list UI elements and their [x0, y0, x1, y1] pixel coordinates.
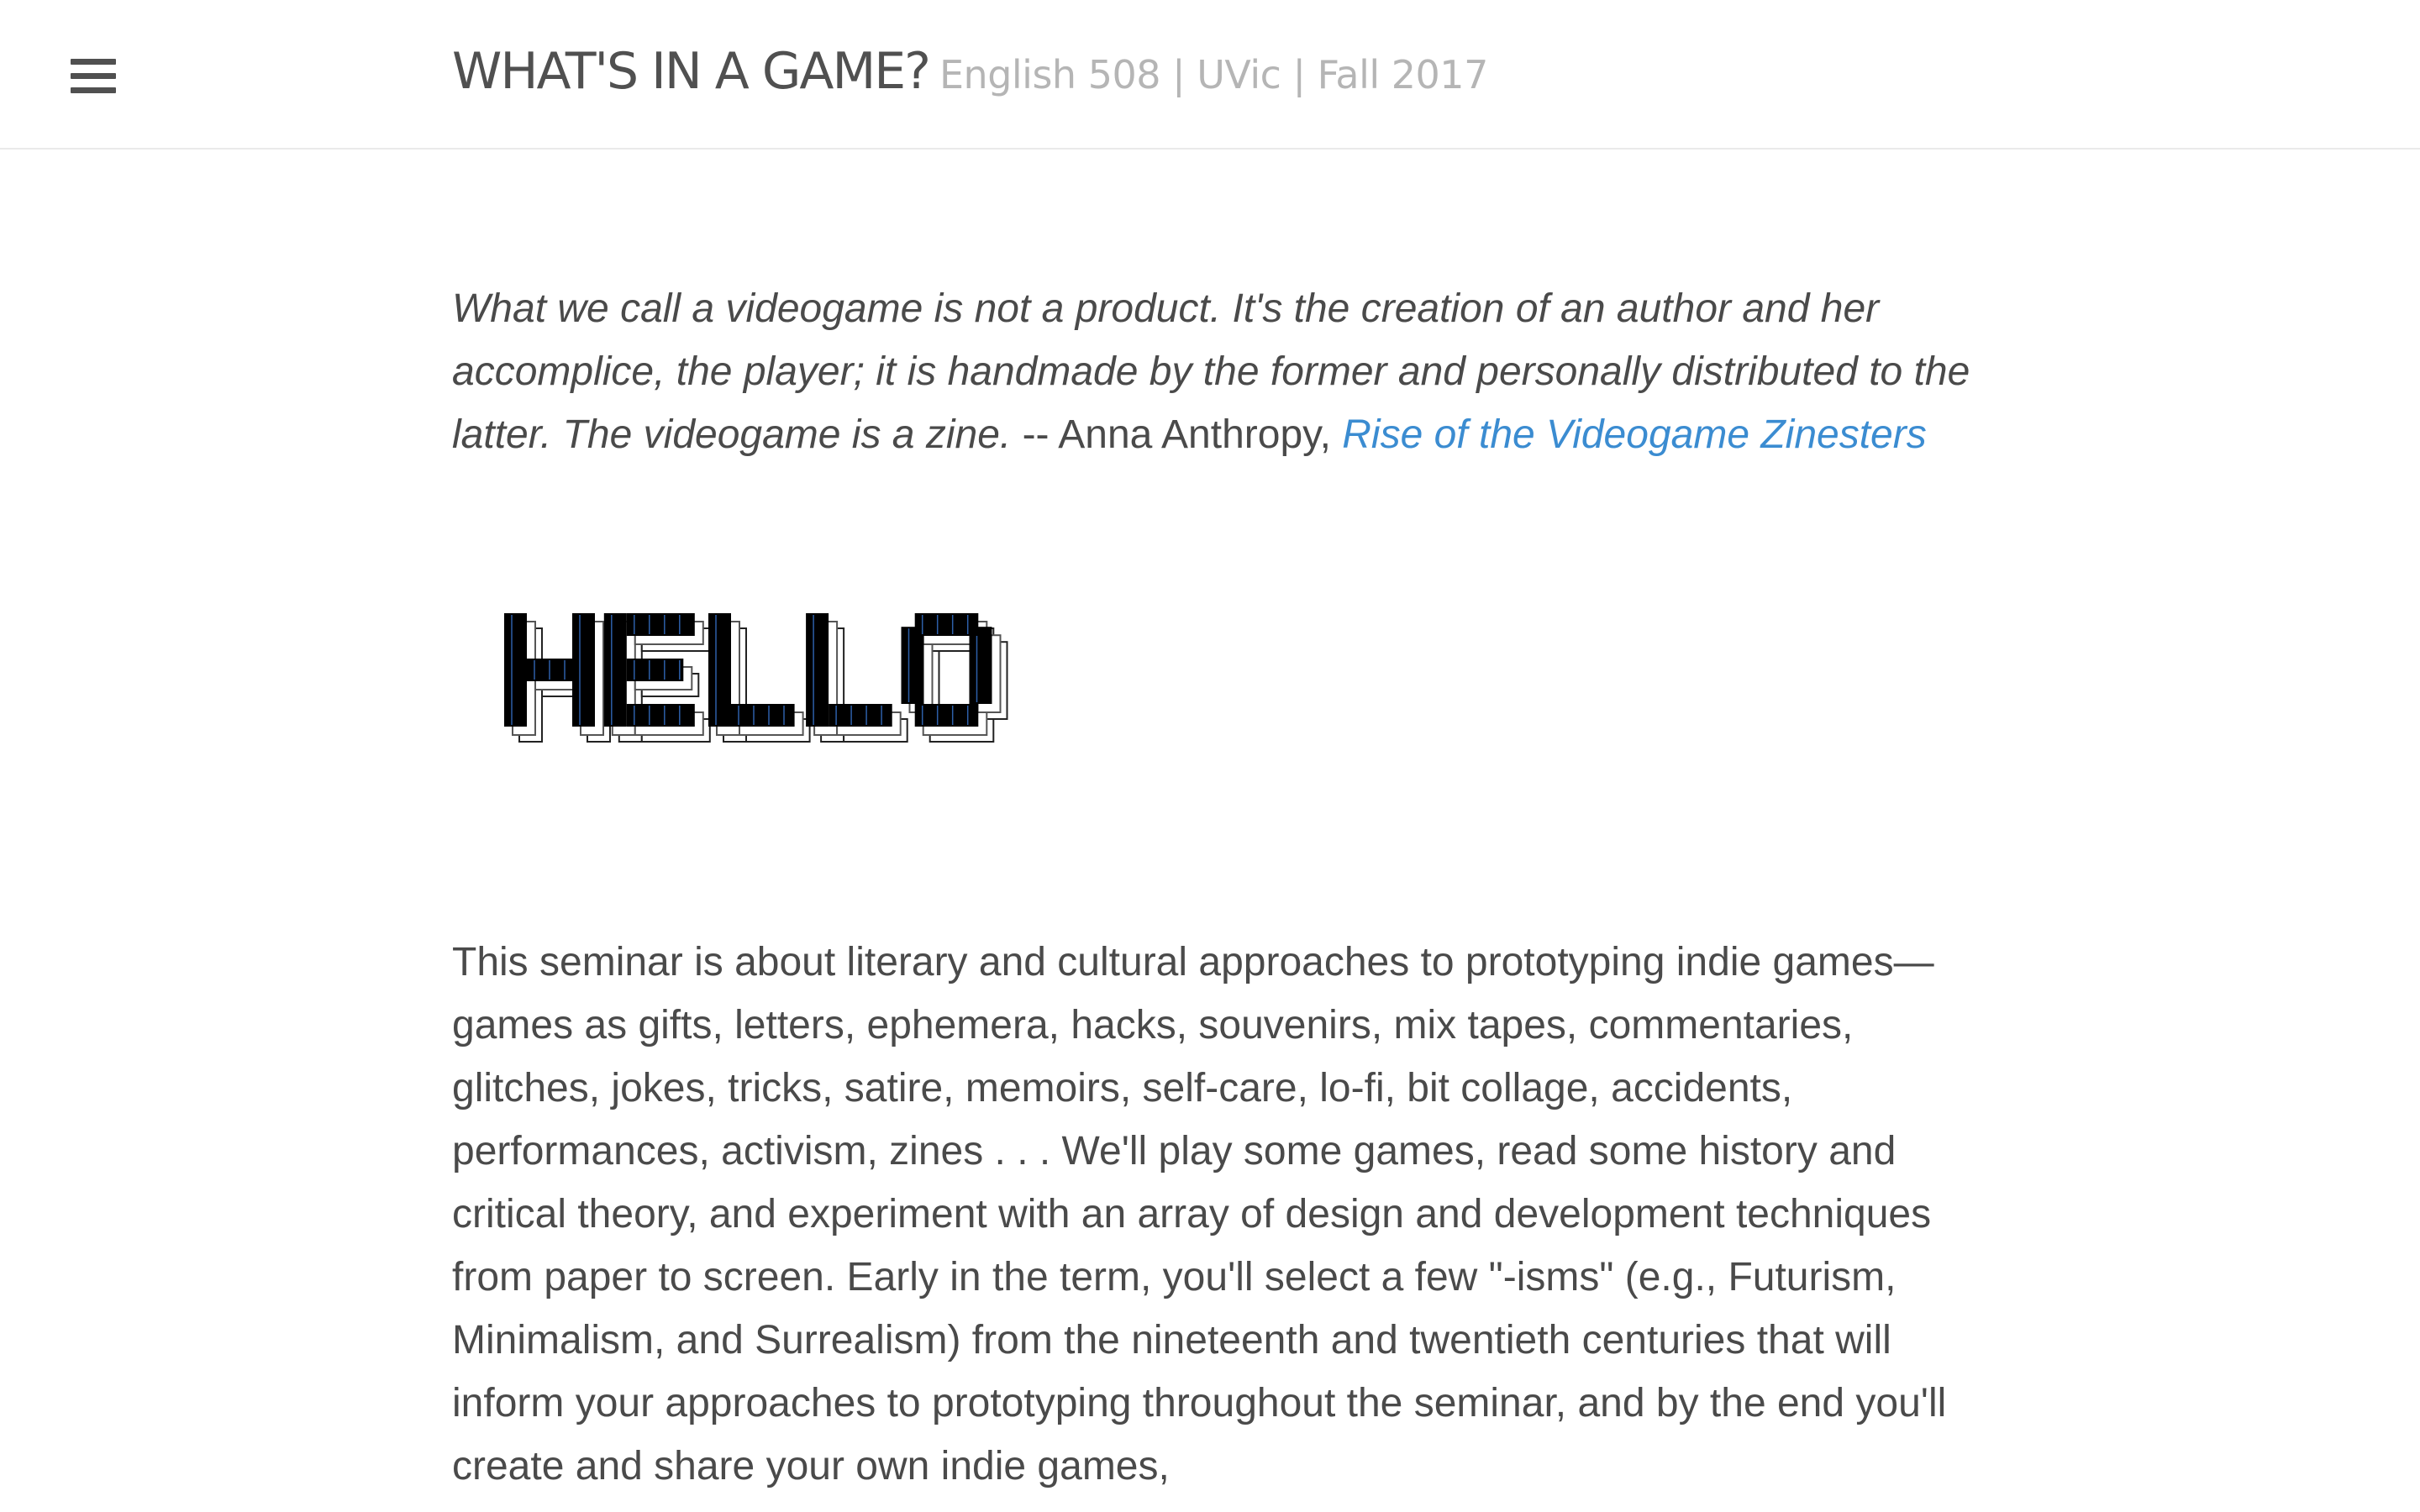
hello-letter — [603, 613, 711, 743]
hello-letter — [901, 613, 1008, 743]
epigraph: What we call a videogame is not a produc… — [452, 277, 1981, 466]
menu-bar — [71, 59, 116, 65]
hamburger-menu-icon[interactable] — [71, 59, 116, 94]
hello-letter — [806, 613, 908, 743]
site-title: WHAT'S IN A GAME? English 508 | UVic | Fa… — [452, 42, 1488, 101]
menu-bar — [71, 87, 116, 93]
epigraph-source-link[interactable]: Rise of the Videogame Zinesters — [1342, 412, 1926, 457]
site-tagline: English 508 | UVic | Fall 2017 — [939, 52, 1488, 97]
menu-bar — [71, 73, 116, 79]
hello-pixel-image — [504, 613, 1008, 743]
main-content: What we call a videogame is not a produc… — [452, 277, 1981, 1488]
site-title-link[interactable]: WHAT'S IN A GAME? — [452, 42, 931, 101]
hello-letter — [504, 613, 611, 743]
hello-letter — [708, 613, 811, 743]
epigraph-attribution: -- Anna Anthropy, — [1011, 412, 1343, 457]
site-masthead: WHAT'S IN A GAME? English 508 | UVic | Fa… — [0, 0, 2420, 150]
intro-paragraph: This seminar is about literary and cultu… — [452, 940, 1947, 1488]
